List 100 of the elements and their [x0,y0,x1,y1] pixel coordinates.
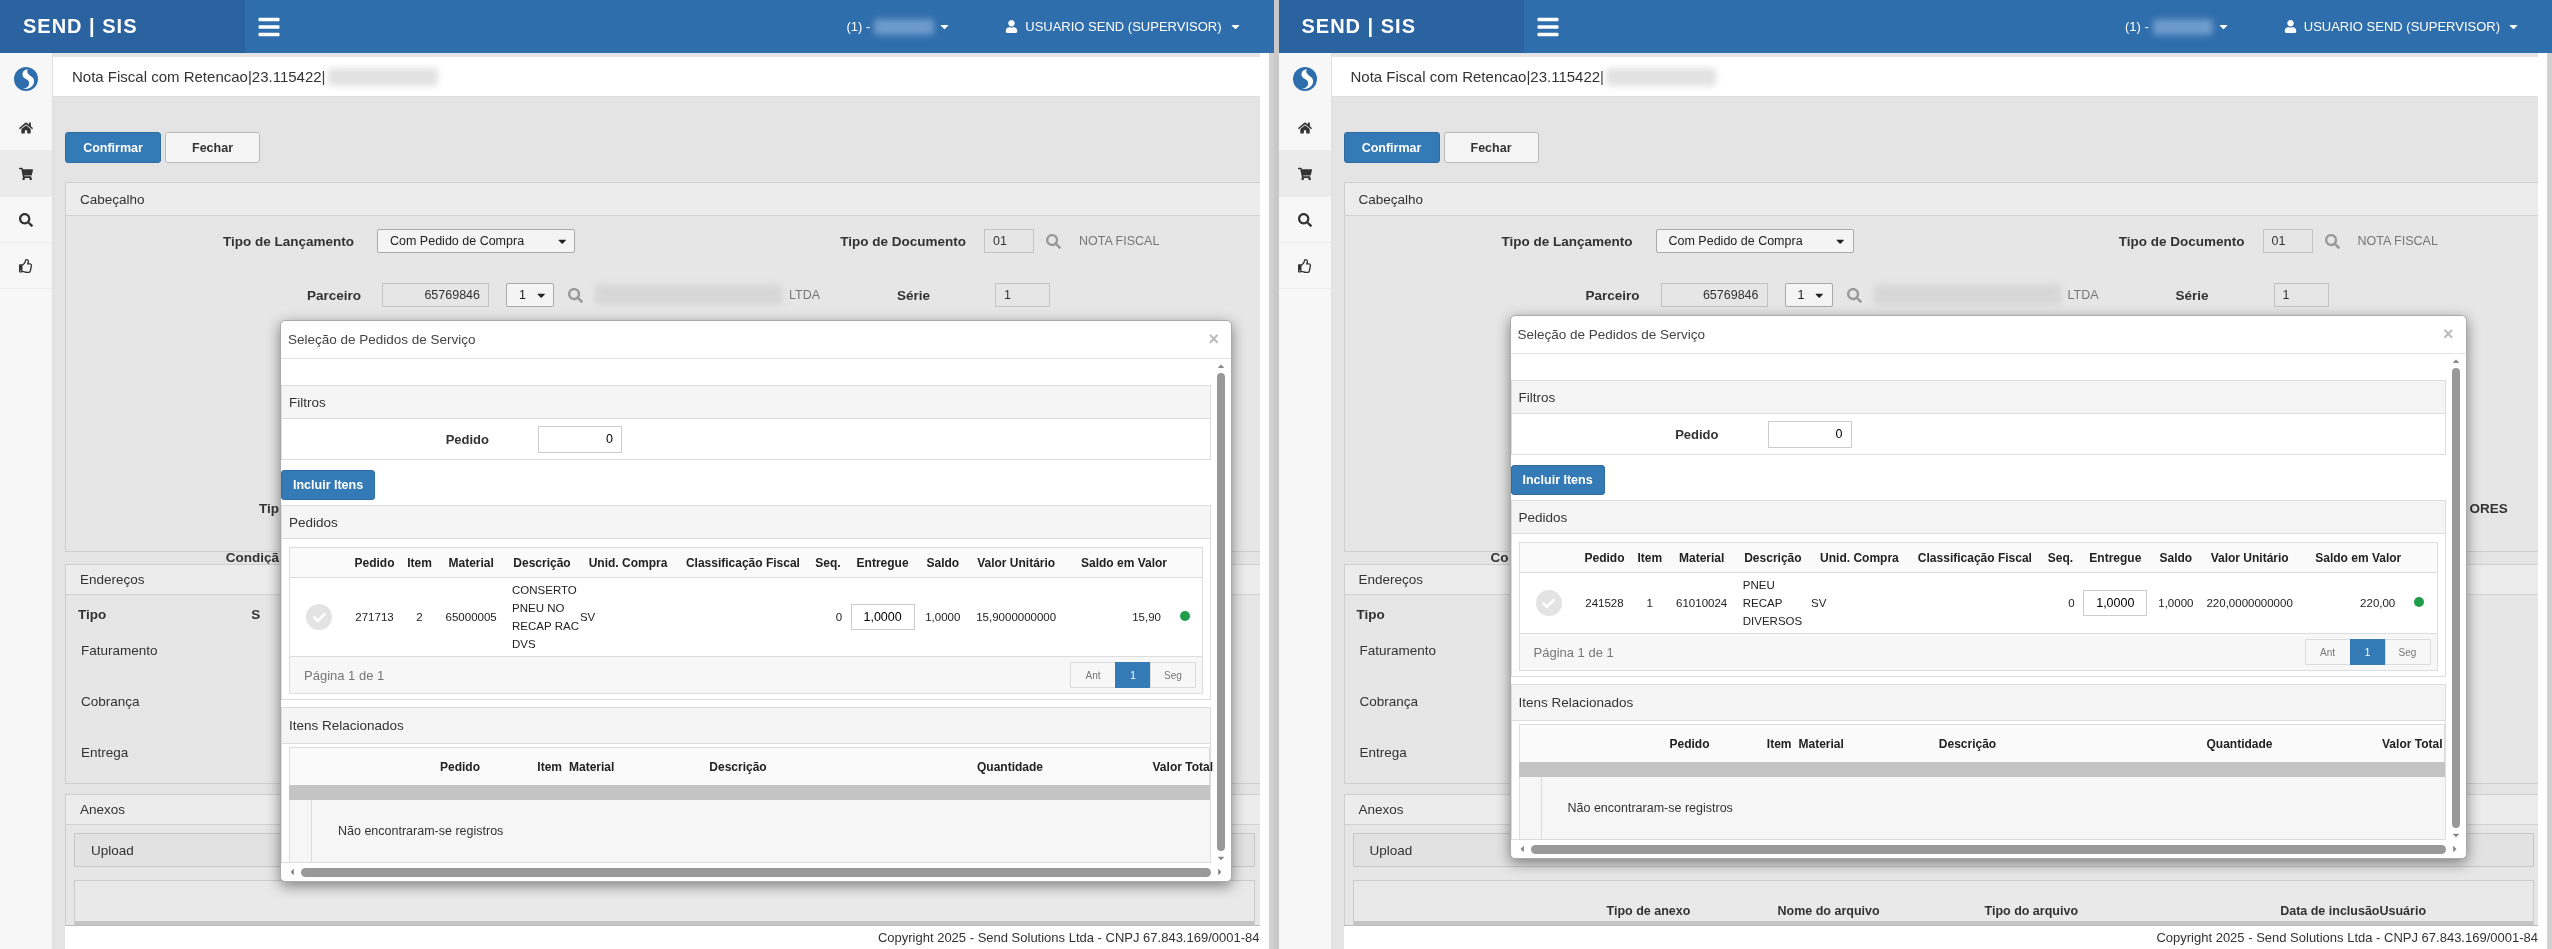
field-label: Condiçã [224,549,279,565]
quantity-field[interactable]: 1,0000 [850,604,915,630]
column-header: Classificação Fiscal [1907,542,2043,573]
page-button[interactable]: 1 [2349,639,2386,665]
check-icon [1542,596,1556,610]
user-menu[interactable]: USUARIO SEND (SUPERVISOR) [2277,18,2526,35]
document-type-field[interactable]: 01 [984,229,1034,253]
order-field[interactable]: 0 [1767,420,1852,448]
column-header: Material [1668,542,1735,573]
column-header: Pedido [439,759,480,774]
field-label: Tipo de Lançamento [1500,233,1633,249]
column-header: Material [1797,736,1845,751]
field-label: Pedido [1674,426,1719,442]
field-label: Co [1489,549,1509,565]
search-icon[interactable] [2324,233,2340,249]
quantity-field[interactable]: 1,0000 [2083,590,2148,616]
page-info: Página 1 de 1 [304,667,385,683]
column-header: Entregue [846,547,920,578]
address-type: Cobrança [1359,694,1419,709]
field-label: ORES [2469,500,2508,516]
blurred-patch [2152,18,2213,35]
check-toggle[interactable] [1535,590,1562,616]
document-type-field[interactable]: 01 [2262,229,2313,253]
column-header: Descrição [504,547,580,578]
partner-code-field[interactable]: 65769846 [382,283,489,307]
column-header: Descrição [708,759,768,774]
unit-dropdown[interactable]: (1) - [2118,17,2236,36]
field-label: Parceiro [1584,287,1640,303]
column-header: Material [438,547,505,578]
address-type: Cobrança [81,694,140,709]
copyright-text: Copyright 2025 - Send Solutions Ltda - CNPJ 67.843.169/0001-84 [2156,930,2538,945]
sidebar-item[interactable] [0,151,52,197]
column-header: Valor Total [1151,759,1213,774]
column-header: Entregue [2078,542,2152,573]
address-type: Faturamento [1359,643,1437,658]
cart-icon [1297,166,1312,181]
column-header: Pedido [1668,736,1710,751]
page-button[interactable]: 1 [1115,662,1151,688]
check-icon [312,610,326,624]
column-header: Nome do arquivo [1777,904,1881,918]
column-header: S [251,606,261,622]
close-button[interactable]: Fechar [1443,132,1539,163]
unit-dropdown[interactable]: (1) - [840,17,958,36]
column-header: Quantidade [2205,736,2273,751]
column-header: Usuário [2379,904,2428,918]
partner-branch-select[interactable]: 1 [506,283,554,307]
field-label: Série [896,287,931,303]
panel-title: Cabeçalho [66,183,1260,216]
close-button[interactable]: Fechar [165,132,260,163]
check-toggle[interactable] [306,604,333,630]
address-type: Entrega [81,745,129,760]
copyright-text: Copyright 2025 - Send Solutions Ltda - CNPJ 67.843.169/0001-84 [877,930,1260,945]
panel-title: Itens Relacionados [282,708,1210,744]
column-header: Material [568,759,616,774]
entry-type-select[interactable]: Com Pedido de Compra [377,229,575,253]
field-label: Tipo de Lançamento [221,233,354,249]
column-header: Classificação Fiscal [676,547,810,578]
search-icon[interactable] [1846,287,1862,303]
logo-icon [1291,66,1318,92]
sidebar-item[interactable] [1278,151,1331,197]
panel-title: Pedidos [1511,501,2445,534]
page-button[interactable]: Seg [2384,639,2431,665]
column-header: Data de inclusão [2279,904,2380,918]
empty-message: Não encontraram-se registros [338,824,504,838]
column-header: Seq. [2042,542,2079,573]
empty-message: Não encontraram-se registros [1567,801,1733,815]
field-label: Tipo de Documento [839,233,966,249]
user-menu[interactable]: USUARIO SEND (SUPERVISOR) [999,18,1248,35]
confirm-button[interactable]: Confirmar [65,132,161,163]
column-header: Item [1630,542,1669,573]
confirm-button[interactable]: Confirmar [1343,132,1440,163]
field-label: Série [2174,287,2209,303]
include-items-button[interactable]: Incluir Itens [1510,465,1605,495]
series-field[interactable]: 1 [995,283,1051,307]
order-field[interactable]: 0 [538,425,622,453]
page-button[interactable]: Ant [2304,639,2351,665]
search-icon [19,212,33,227]
partner-code-field[interactable]: 65769846 [1660,283,1768,307]
column-header: Item [1765,736,1792,751]
brand-logo: SEND | SIS [1278,0,1524,53]
page-button[interactable]: Ant [1070,662,1116,688]
search-icon[interactable] [1046,233,1061,249]
column-header: Pedido [1578,542,1631,573]
brand-logo: SEND | SIS [0,0,245,53]
column-header: Valor Unitário [2199,542,2300,573]
panel-title: Itens Relacionados [1511,685,2445,721]
entry-type-select[interactable]: Com Pedido de Compra [1655,229,1854,253]
column-header: Item [536,759,562,774]
partner-branch-select[interactable]: 1 [1784,283,1833,307]
column-header: Quantidade [976,759,1043,774]
thumbs-up-icon [1297,258,1312,273]
search-icon [1297,212,1312,227]
page-button[interactable]: Seg [1150,662,1196,688]
series-field[interactable]: 1 [2273,283,2329,307]
panel-title: Filtros [1511,381,2445,414]
column-header: Tipo do arquivo [1984,904,2080,918]
search-icon[interactable] [568,287,583,303]
column-header: Valor Total [2381,736,2443,751]
include-items-button[interactable]: Incluir Itens [281,470,376,500]
column-header: Descrição [1937,736,1998,751]
